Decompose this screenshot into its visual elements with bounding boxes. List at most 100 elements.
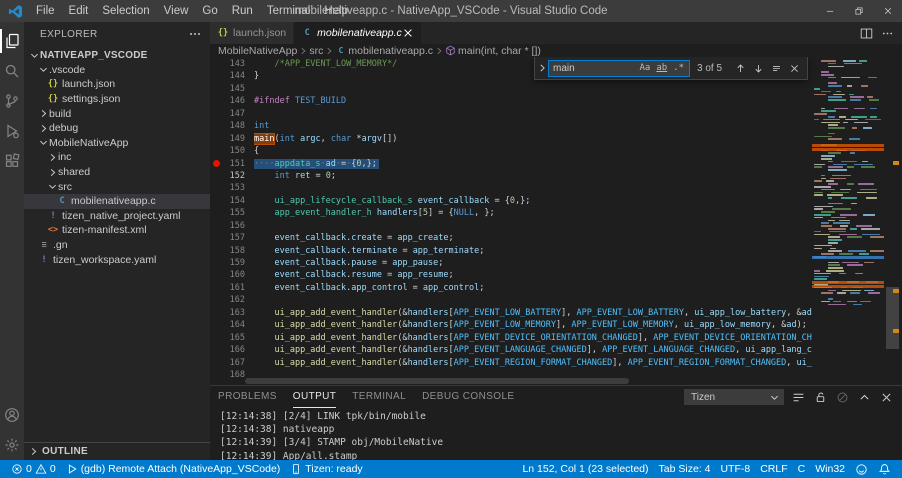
line-number[interactable]: 143 [223,58,245,70]
glyph-margin[interactable] [210,133,223,145]
glyph-margin[interactable] [210,145,223,157]
glyph-margin[interactable] [210,319,223,331]
minimize-button[interactable] [815,0,844,22]
line-number[interactable]: 166 [223,344,245,356]
code-line-165[interactable]: 165 ui_app_add_event_handler(&handlers[A… [210,332,812,344]
line-number[interactable]: 148 [223,120,245,132]
tree-item-settings-json[interactable]: {}settings.json [24,92,210,107]
line-number[interactable]: 164 [223,319,245,331]
menu-run[interactable]: Run [225,0,260,22]
line-number[interactable]: 153 [223,182,245,194]
code-line-156[interactable]: 156 [210,220,812,232]
maximize-panel-button[interactable] [857,390,872,405]
code-line-149[interactable]: 149main(int argc, char *argv[]) [210,133,812,145]
line-number[interactable]: 144 [223,70,245,82]
code-line-166[interactable]: 166 ui_app_add_event_handler(&handlers[A… [210,344,812,356]
vertical-scrollbar[interactable] [884,57,902,385]
tab-launch-json[interactable]: {}launch.json [210,22,294,44]
activity-settings-button[interactable] [0,430,24,460]
code-line-157[interactable]: 157 event_callback.create = app_create; [210,232,812,244]
glyph-margin[interactable] [210,245,223,257]
views-more-actions-icon[interactable] [188,27,202,41]
outline-section[interactable]: OUTLINE [24,442,210,460]
tree-item-launch-json[interactable]: {}launch.json [24,77,210,92]
glyph-margin[interactable] [210,108,223,120]
glyph-margin[interactable] [210,232,223,244]
close-tab-icon[interactable] [402,27,414,39]
code-line-162[interactable]: 162 [210,294,812,306]
code-editor[interactable]: 143 /*APP_EVENT_LOW_MEMORY*/144}145146#i… [210,57,902,385]
status-language-mode[interactable]: C [793,460,811,478]
glyph-margin[interactable] [210,95,223,107]
code-line-155[interactable]: 155 app_event_handler_h handlers[5] = {N… [210,207,812,219]
glyph-margin[interactable] [210,357,223,369]
tree-item-build[interactable]: build [24,106,210,121]
glyph-margin[interactable] [210,369,223,381]
code-line-146[interactable]: 146#ifndef TEST_BUILD [210,95,812,107]
menu-go[interactable]: Go [195,0,224,22]
activity-explorer-button[interactable] [0,26,24,56]
toggle-replace-button[interactable] [535,57,548,79]
glyph-margin[interactable] [210,207,223,219]
code-line-148[interactable]: 148int [210,120,812,132]
status-bell-button[interactable] [873,460,896,478]
tree-item-mobilenativeapp[interactable]: MobileNativeApp [24,136,210,151]
glyph-margin[interactable] [210,170,223,182]
whole-word-icon[interactable]: ab [653,63,670,73]
glyph-margin[interactable] [210,344,223,356]
status-indentation[interactable]: Tab Size: 4 [654,460,716,478]
tree-item-src[interactable]: src [24,179,210,194]
status-problems[interactable]: 00 [6,460,61,478]
panel-tab-terminal[interactable]: TERMINAL [352,386,406,408]
code-line-164[interactable]: 164 ui_app_add_event_handler(&handlers[A… [210,319,812,331]
code-line-154[interactable]: 154 ui_app_lifecycle_callback_s event_ca… [210,195,812,207]
horizontal-scrollbar[interactable] [245,378,810,385]
close-find-button[interactable] [786,60,802,76]
menu-view[interactable]: View [157,0,196,22]
breakpoint-glyph[interactable] [210,158,223,170]
code-line-147[interactable]: 147 [210,108,812,120]
line-number[interactable]: 152 [223,170,245,182]
tree-item--vscode[interactable]: .vscode [24,63,210,78]
more-actions-icon[interactable] [881,27,894,40]
minimap[interactable] [812,57,884,385]
glyph-margin[interactable] [210,83,223,95]
code-line-163[interactable]: 163 ui_app_add_event_handler(&handlers[A… [210,307,812,319]
line-number[interactable]: 168 [223,369,245,381]
line-number[interactable]: 151 [223,158,245,170]
find-input[interactable] [553,63,636,74]
regex-icon[interactable]: .* [670,63,687,73]
line-number[interactable]: 145 [223,83,245,95]
activity-search-button[interactable] [0,56,24,86]
status-encoding[interactable]: UTF-8 [715,460,755,478]
auto-scroll-lock-button[interactable] [813,390,828,405]
split-editor-icon[interactable] [860,27,873,40]
panel-tab-problems[interactable]: PROBLEMS [218,386,277,408]
line-number[interactable]: 162 [223,294,245,306]
tree-item-tizen-native-project-yaml[interactable]: !tizen_native_project.yaml [24,209,210,224]
breadcrumb-item[interactable]: src [309,45,323,57]
activity-source-control-button[interactable] [0,86,24,116]
tree-item-inc[interactable]: inc [24,150,210,165]
glyph-margin[interactable] [210,307,223,319]
close-panel-button[interactable] [879,390,894,405]
glyph-margin[interactable] [210,220,223,232]
tree-item-tizen-manifest-xml[interactable]: <>tizen-manifest.xml [24,223,210,238]
activity-account-button[interactable] [0,400,24,430]
status-debug-target[interactable]: (gdb) Remote Attach (NativeApp_VSCode) [61,460,286,478]
glyph-margin[interactable] [210,294,223,306]
code-line-159[interactable]: 159 event_callback.pause = app_pause; [210,257,812,269]
panel-tab-output[interactable]: OUTPUT [293,386,337,408]
line-number[interactable]: 150 [223,145,245,157]
line-number[interactable]: 155 [223,207,245,219]
match-case-icon[interactable]: Aa [636,63,653,73]
status-platform[interactable]: Win32 [810,460,850,478]
word-wrap-button[interactable] [791,390,806,405]
activity-extensions-button[interactable] [0,146,24,176]
line-number[interactable]: 160 [223,269,245,281]
breadcrumb-item[interactable]: main(int, char * []) [445,45,541,57]
menu-help[interactable]: Help [317,0,355,22]
glyph-margin[interactable] [210,269,223,281]
glyph-margin[interactable] [210,70,223,82]
glyph-margin[interactable] [210,58,223,70]
